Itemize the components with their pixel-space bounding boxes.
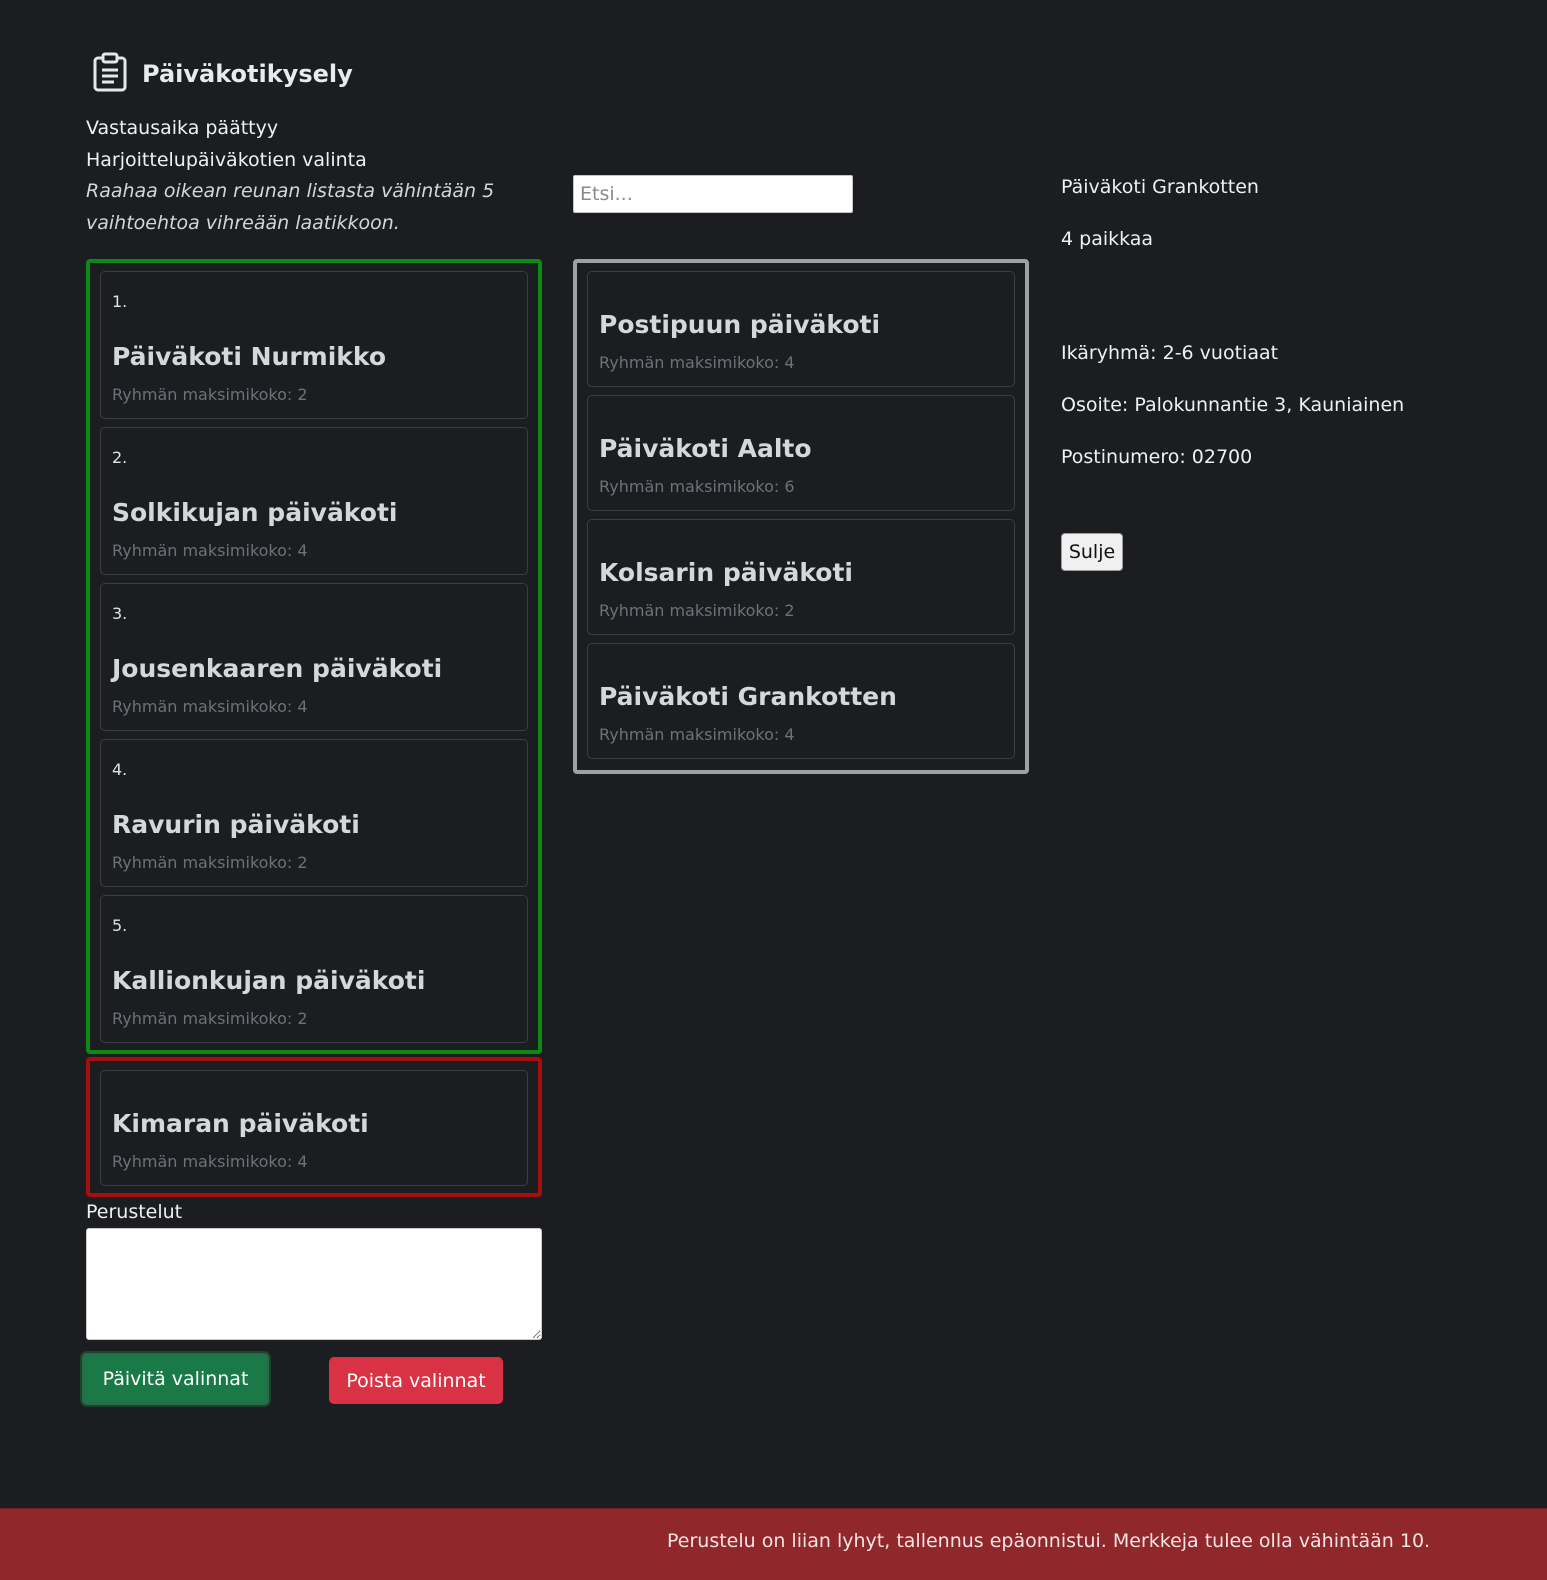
daycare-name: Ravurin päiväkoti [112, 810, 360, 839]
daycare-card[interactable]: Postipuun päiväkoti Ryhmän maksimikoko: 4 [587, 271, 1015, 387]
error-toast: Perustelu on liian lyhyt, tallennus epäo… [0, 1508, 1547, 1580]
daycare-card[interactable]: 4. Ravurin päiväkoti Ryhmän maksimikoko: 2 [100, 739, 528, 887]
daycare-name: Kolsarin päiväkoti [599, 558, 853, 587]
perustelut-textarea[interactable] [86, 1228, 542, 1340]
rank-number: 2. [112, 448, 128, 467]
intro: Vastausaika päättyy Harjoittelupäiväkoti… [86, 113, 526, 239]
detail-postal: Postinumero: 02700 [1061, 446, 1253, 468]
daycare-name: Päiväkoti Grankotten [599, 682, 897, 711]
group-max-size: Ryhmän maksimikoko: 2 [112, 385, 308, 404]
daycare-name: Solkikujan päiväkoti [112, 498, 398, 527]
daycare-card[interactable]: 2. Solkikujan päiväkoti Ryhmän maksimikoko… [100, 427, 528, 575]
daycare-card[interactable]: Päiväkoti Aalto Ryhmän maksimikoko: 6 [587, 395, 1015, 511]
group-max-size: Ryhmän maksimikoko: 4 [112, 697, 308, 716]
group-max-size: Ryhmän maksimikoko: 2 [112, 853, 308, 872]
detail-address: Osoite: Palokunnantie 3, Kauniainen [1061, 394, 1405, 416]
update-selections-button[interactable]: Päivitä valinnat [82, 1353, 269, 1405]
group-max-size: Ryhmän maksimikoko: 4 [112, 1152, 308, 1171]
rank-number: 3. [112, 604, 128, 623]
daycare-card[interactable]: 5. Kallionkujan päiväkoti Ryhmän maksimiko… [100, 895, 528, 1043]
deadline-text: Vastausaika päättyy [86, 117, 279, 139]
available-list[interactable]: Postipuun päiväkoti Ryhmän maksimikoko: 4… [573, 259, 1029, 774]
daycare-name: Kimaran päiväkoti [112, 1109, 369, 1138]
section-title: Harjoittelupäiväkotien valinta [86, 148, 367, 171]
detail-name: Päiväkoti Grankotten [1061, 176, 1259, 198]
error-message: Perustelu on liian lyhyt, tallennus epäo… [667, 1530, 1431, 1552]
daycare-card[interactable]: 1. Päiväkoti Nurmikko Ryhmän maksimikoko: … [100, 271, 528, 419]
daycare-card[interactable]: Kimaran päiväkoti Ryhmän maksimikoko: 4 [100, 1070, 528, 1186]
header: Päiväkotikysely [92, 52, 353, 96]
rank-number: 1. [112, 292, 128, 311]
daycare-name: Jousenkaaren päiväkoti [112, 654, 443, 683]
daycare-name: Päiväkoti Aalto [599, 434, 812, 463]
group-max-size: Ryhmän maksimikoko: 4 [599, 353, 795, 372]
clear-selections-button[interactable]: Poista valinnat [329, 1357, 503, 1404]
group-max-size: Ryhmän maksimikoko: 4 [599, 725, 795, 744]
rank-number: 4. [112, 760, 128, 779]
selected-dropzone[interactable]: 1. Päiväkoti Nurmikko Ryhmän maksimikoko: … [86, 259, 542, 1054]
rejected-dropzone[interactable]: Kimaran päiväkoti Ryhmän maksimikoko: 4 [86, 1057, 542, 1197]
detail-age-group: Ikäryhmä: 2-6 vuotiaat [1061, 342, 1279, 364]
clipboard-icon [92, 52, 128, 96]
detail-places: 4 paikkaa [1061, 228, 1154, 250]
daycare-name: Kallionkujan päiväkoti [112, 966, 426, 995]
group-max-size: Ryhmän maksimikoko: 6 [599, 477, 795, 496]
perustelut-label: Perustelut [86, 1201, 183, 1223]
daycare-name: Postipuun päiväkoti [599, 310, 881, 339]
group-max-size: Ryhmän maksimikoko: 2 [599, 601, 795, 620]
rank-number: 5. [112, 916, 128, 935]
daycare-card[interactable]: 3. Jousenkaaren päiväkoti Ryhmän maksimiko… [100, 583, 528, 731]
close-button[interactable]: Sulje [1061, 533, 1123, 571]
search-input[interactable] [573, 175, 853, 213]
daycare-name: Päiväkoti Nurmikko [112, 342, 387, 371]
group-max-size: Ryhmän maksimikoko: 2 [112, 1009, 308, 1028]
group-max-size: Ryhmän maksimikoko: 4 [112, 541, 308, 560]
daycare-card[interactable]: Päiväkoti Grankotten Ryhmän maksimikoko: … [587, 643, 1015, 759]
daycare-card[interactable]: Kolsarin päiväkoti Ryhmän maksimikoko: 2 [587, 519, 1015, 635]
page-title: Päiväkotikysely [142, 60, 353, 88]
instructions-text: Raahaa oikean reunan listasta vähintään … [86, 180, 495, 234]
